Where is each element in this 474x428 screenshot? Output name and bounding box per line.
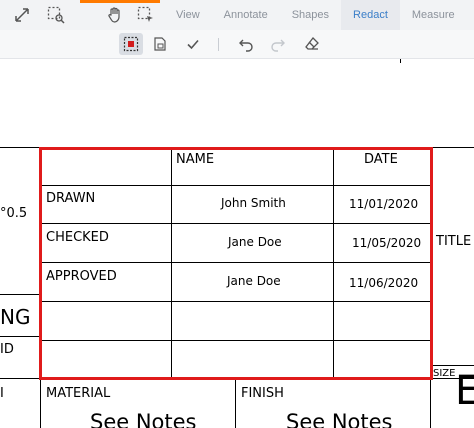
size-value: E bbox=[455, 368, 474, 414]
redact-toolbar bbox=[0, 30, 474, 59]
grid-line bbox=[430, 147, 474, 148]
grid-line bbox=[0, 336, 40, 337]
left-label-fragment: I bbox=[0, 386, 4, 401]
accent-indicator bbox=[80, 0, 160, 3]
grid-line bbox=[0, 294, 40, 295]
material-value: See Notes bbox=[90, 410, 197, 428]
size-label: SIZE bbox=[433, 368, 456, 379]
select-region-icon[interactable] bbox=[134, 4, 158, 26]
document-canvas[interactable]: °0.5 NG ID I NAME DATE DRAWN John Smith … bbox=[0, 59, 474, 428]
grid-line bbox=[40, 378, 41, 428]
pan-hand-icon[interactable] bbox=[103, 4, 127, 26]
redact-page-icon[interactable] bbox=[148, 33, 172, 55]
fit-page-icon[interactable] bbox=[10, 4, 34, 26]
drawing-label-fragment: NG bbox=[0, 305, 31, 329]
material-label: MATERIAL bbox=[46, 386, 111, 401]
tab-bar: View Annotate Shapes Redact Measure bbox=[164, 0, 467, 30]
tab-annotate[interactable]: Annotate bbox=[212, 0, 280, 30]
tab-view[interactable]: View bbox=[164, 0, 212, 30]
grid-line bbox=[430, 365, 474, 366]
eraser-icon[interactable] bbox=[300, 33, 324, 55]
title-label: TITLE bbox=[436, 234, 472, 249]
finish-label: FINISH bbox=[241, 386, 284, 401]
tab-shapes[interactable]: Shapes bbox=[280, 0, 341, 30]
redact-area-icon[interactable] bbox=[119, 33, 143, 55]
marquee-zoom-icon[interactable] bbox=[44, 4, 68, 26]
apply-check-icon[interactable] bbox=[181, 33, 205, 55]
redaction-selection-box[interactable] bbox=[39, 147, 433, 380]
grid-line bbox=[235, 378, 236, 428]
tolerance-text: °0.5 bbox=[0, 206, 28, 221]
redo-icon[interactable] bbox=[266, 33, 290, 55]
tab-measure[interactable]: Measure bbox=[400, 0, 467, 30]
page-tick bbox=[400, 59, 401, 63]
grid-line bbox=[0, 147, 40, 148]
tab-redact[interactable]: Redact bbox=[341, 0, 400, 30]
id-label-fragment: ID bbox=[0, 342, 14, 357]
undo-icon[interactable] bbox=[234, 33, 258, 55]
toolbar-divider bbox=[218, 38, 219, 51]
main-toolbar: View Annotate Shapes Redact Measure bbox=[0, 0, 474, 31]
finish-value: See Notes bbox=[286, 410, 393, 428]
